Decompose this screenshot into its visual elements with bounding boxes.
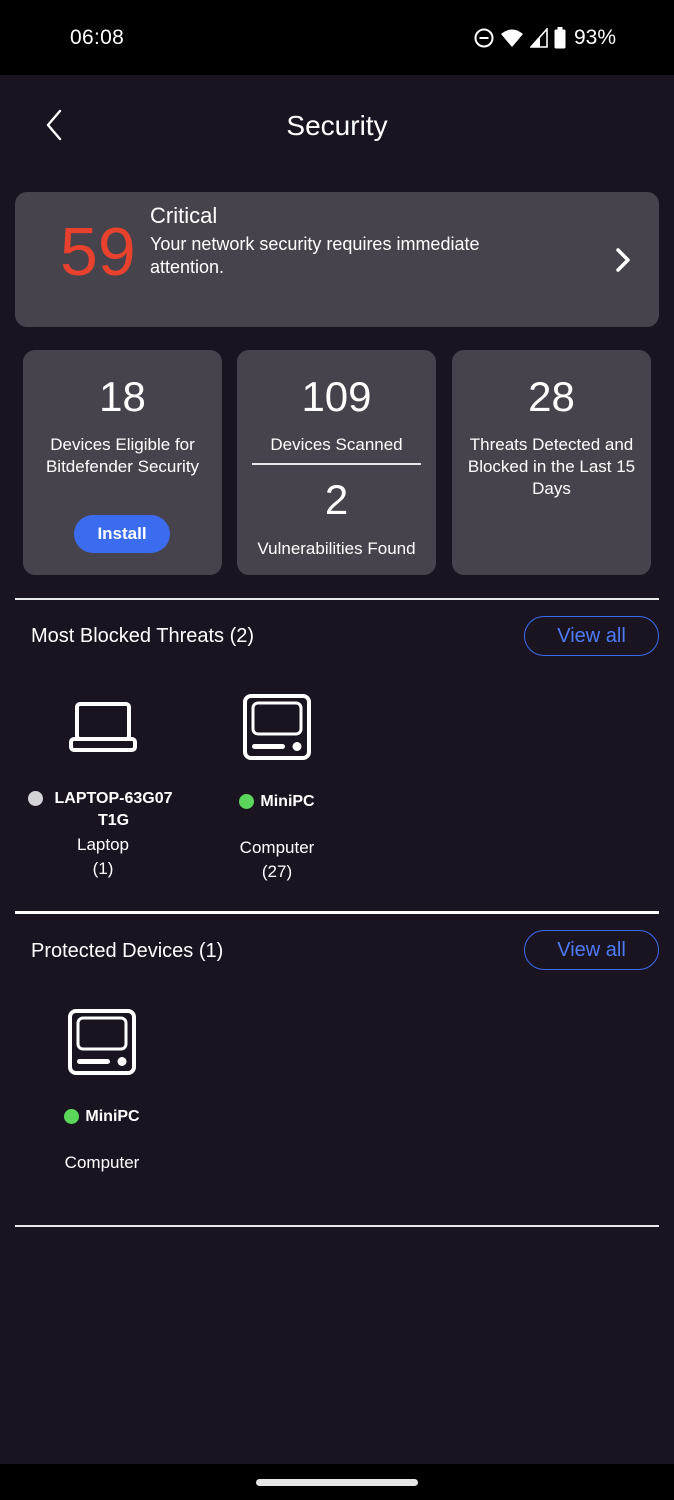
devices-scanned-count: 109	[301, 373, 372, 420]
system-nav-bar	[0, 1464, 674, 1500]
laptop-icon	[69, 702, 137, 752]
status-time: 06:08	[70, 26, 125, 49]
page-title: Security	[286, 110, 388, 141]
threats-blocked-card[interactable]: 28 Threats Detected and Blocked in the L…	[452, 350, 651, 575]
eligible-devices-label: Devices Eligible for Bitdefender Securit…	[45, 435, 200, 476]
vulnerabilities-label: Vulnerabilities Found	[257, 539, 416, 558]
stat-divider	[252, 463, 421, 465]
battery-icon	[554, 27, 566, 49]
device-type: Computer	[239, 838, 315, 857]
status-icons: 93%	[474, 26, 616, 50]
wifi-icon	[500, 29, 523, 47]
devices-scanned-label: Devices Scanned	[270, 435, 403, 454]
device-type: Computer	[64, 1153, 140, 1172]
device-name: MiniPC	[85, 1108, 140, 1125]
section-divider	[15, 911, 659, 914]
computer-icon	[243, 694, 311, 760]
most-blocked-view-all-button[interactable]: View all	[524, 616, 659, 656]
device-item-laptop[interactable]: LAPTOP-63G07 T1G Laptop (1)	[18, 694, 188, 881]
do-not-disturb-icon	[474, 28, 494, 48]
cellular-signal-icon	[529, 28, 548, 48]
device-name: MiniPC	[260, 793, 315, 810]
status-bar: 06:08 93%	[0, 0, 674, 75]
protected-device-item-minipc[interactable]: MiniPC Computer	[17, 1008, 187, 1175]
eligible-devices-count: 18	[99, 373, 146, 420]
device-threat-count: (27)	[261, 862, 293, 881]
threats-blocked-label: Threats Detected and Blocked in the Last…	[467, 435, 636, 498]
score-message: Your network security requires immediate…	[150, 234, 480, 277]
app-header: Security	[0, 75, 674, 180]
section-divider	[15, 1225, 659, 1227]
devices-scanned-card[interactable]: 109 Devices Scanned 2 Vulnerabilities Fo…	[237, 350, 436, 575]
threats-blocked-count: 28	[528, 373, 575, 420]
most-blocked-threats-title: Most Blocked Threats (2)	[31, 625, 255, 647]
status-dot-offline	[27, 791, 43, 806]
home-indicator[interactable]	[256, 1479, 418, 1486]
security-score-card[interactable]: 59 Critical Your network security requir…	[15, 192, 659, 327]
chevron-right-icon	[616, 248, 630, 272]
device-name: LAPTOP-63G07 T1G	[54, 790, 173, 829]
battery-percent: 93%	[573, 26, 616, 49]
section-divider	[15, 598, 659, 600]
device-item-minipc[interactable]: MiniPC Computer (27)	[192, 693, 362, 884]
status-dot-online	[64, 1109, 80, 1124]
protected-devices-title: Protected Devices (1)	[31, 940, 224, 962]
eligible-devices-card: 18 Devices Eligible for Bitdefender Secu…	[23, 350, 222, 575]
device-threat-count: (1)	[92, 859, 114, 878]
vulnerabilities-count: 2	[324, 476, 349, 523]
install-button[interactable]: Install	[74, 515, 170, 553]
device-type: Laptop	[77, 835, 129, 854]
security-score: 59	[60, 214, 136, 290]
score-level: Critical	[150, 203, 218, 228]
protected-devices-view-all-button[interactable]: View all	[524, 930, 659, 970]
computer-icon	[68, 1009, 136, 1075]
status-dot-online	[239, 794, 255, 809]
